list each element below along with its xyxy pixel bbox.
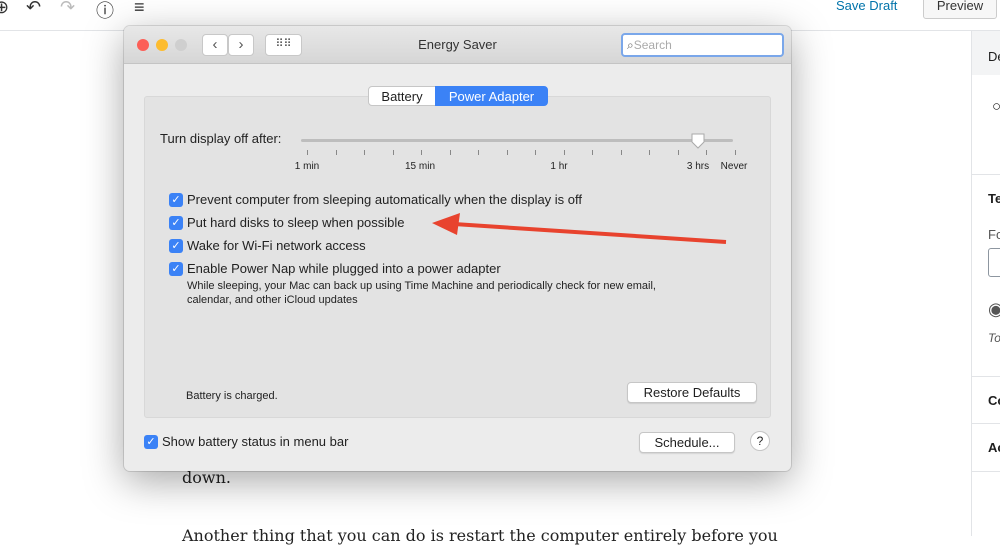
slider-tick [563, 150, 565, 155]
slider-tick [478, 150, 479, 155]
slider-tick [649, 150, 650, 155]
slider-tick [421, 150, 422, 155]
sidebar-section-color[interactable]: Co [988, 393, 1000, 408]
redo-icon[interactable]: ↷ [60, 0, 75, 18]
power-nap-label[interactable]: Enable Power Nap while plugged into a po… [187, 261, 501, 276]
restore-defaults-button[interactable]: Restore Defaults [627, 382, 757, 403]
tick-label: Never [720, 161, 748, 172]
info-icon[interactable]: ⓘ [96, 0, 114, 23]
sidebar-hint: To [988, 331, 1000, 345]
tick-label: 1 min [294, 161, 320, 172]
tick-label: 1 hr [550, 161, 568, 172]
power-nap-note: While sleeping, your Mac can back up usi… [187, 280, 656, 292]
prevent-sleep-label[interactable]: Prevent computer from sleeping automatic… [187, 192, 582, 207]
display-off-label: Turn display off after: [160, 131, 282, 146]
checkbox-prevent-sleep[interactable]: ✓ [169, 193, 183, 207]
sidebar-label-font: Fo [988, 227, 1000, 242]
schedule-button[interactable]: Schedule... [639, 432, 735, 453]
tab-battery[interactable]: Battery [368, 86, 436, 106]
tab-power-adapter[interactable]: Power Adapter [435, 86, 548, 106]
slider-tick [734, 150, 736, 155]
checkbox-power-nap[interactable]: ✓ [169, 262, 183, 276]
wake-wifi-label[interactable]: Wake for Wi-Fi network access [187, 238, 366, 253]
checkbox-disk-sleep[interactable]: ✓ [169, 216, 183, 230]
slider-tick [506, 150, 508, 155]
settings-sidebar: De ○ Te Fo ◉ To Co Ac [971, 31, 1000, 536]
outline-icon[interactable]: ≡ [134, 0, 145, 18]
slider-tick [335, 150, 337, 155]
tick-label: 15 min [404, 161, 436, 172]
battery-status-text: Battery is charged. [186, 390, 278, 402]
slider-tick [392, 150, 394, 155]
red-arrow-annotation [432, 213, 727, 244]
slider-tick [592, 150, 593, 155]
font-size-select[interactable] [988, 248, 1000, 277]
toggle-icon[interactable]: ◉ [988, 299, 1000, 320]
sidebar-tab-document[interactable]: De [988, 49, 1000, 64]
slider-tick [307, 150, 308, 155]
power-nap-note: calendar, and other iCloud updates [187, 294, 358, 306]
checkbox-wake-wifi[interactable]: ✓ [169, 239, 183, 253]
sidebar-section-text[interactable]: Te [988, 191, 1000, 206]
add-block-icon[interactable]: ⊕ [0, 0, 9, 18]
slider-tick [620, 150, 622, 155]
slider-tick [535, 150, 536, 155]
search-icon: ⌕ [627, 38, 634, 52]
sidebar-radio-icon[interactable]: ○ [992, 98, 1000, 115]
title-bar: ‹ › ⠿⠿ Energy Saver ⌕Search [124, 26, 791, 64]
sidebar-section-advanced[interactable]: Ac [988, 440, 1000, 455]
undo-icon[interactable]: ↶ [26, 0, 41, 18]
slider-tick [677, 150, 679, 155]
disk-sleep-label[interactable]: Put hard disks to sleep when possible [187, 215, 405, 230]
slider-thumb[interactable] [691, 133, 705, 149]
search-placeholder: Search [633, 38, 672, 52]
search-input[interactable]: ⌕Search [621, 33, 784, 57]
slider-tick [449, 150, 451, 155]
save-draft-button[interactable]: Save Draft [836, 0, 897, 13]
slider-tick [364, 150, 365, 155]
preview-button[interactable]: Preview [923, 0, 997, 19]
checkbox-show-battery-status[interactable]: ✓ [144, 435, 158, 449]
help-button[interactable]: ? [750, 431, 770, 451]
display-off-slider[interactable] [301, 139, 733, 142]
slider-tick [706, 150, 707, 155]
energy-saver-window: ‹ › ⠿⠿ Energy Saver ⌕Search Battery Powe… [124, 26, 791, 471]
show-battery-status-label[interactable]: Show battery status in menu bar [162, 434, 348, 449]
tick-label: 3 hrs [686, 161, 710, 172]
